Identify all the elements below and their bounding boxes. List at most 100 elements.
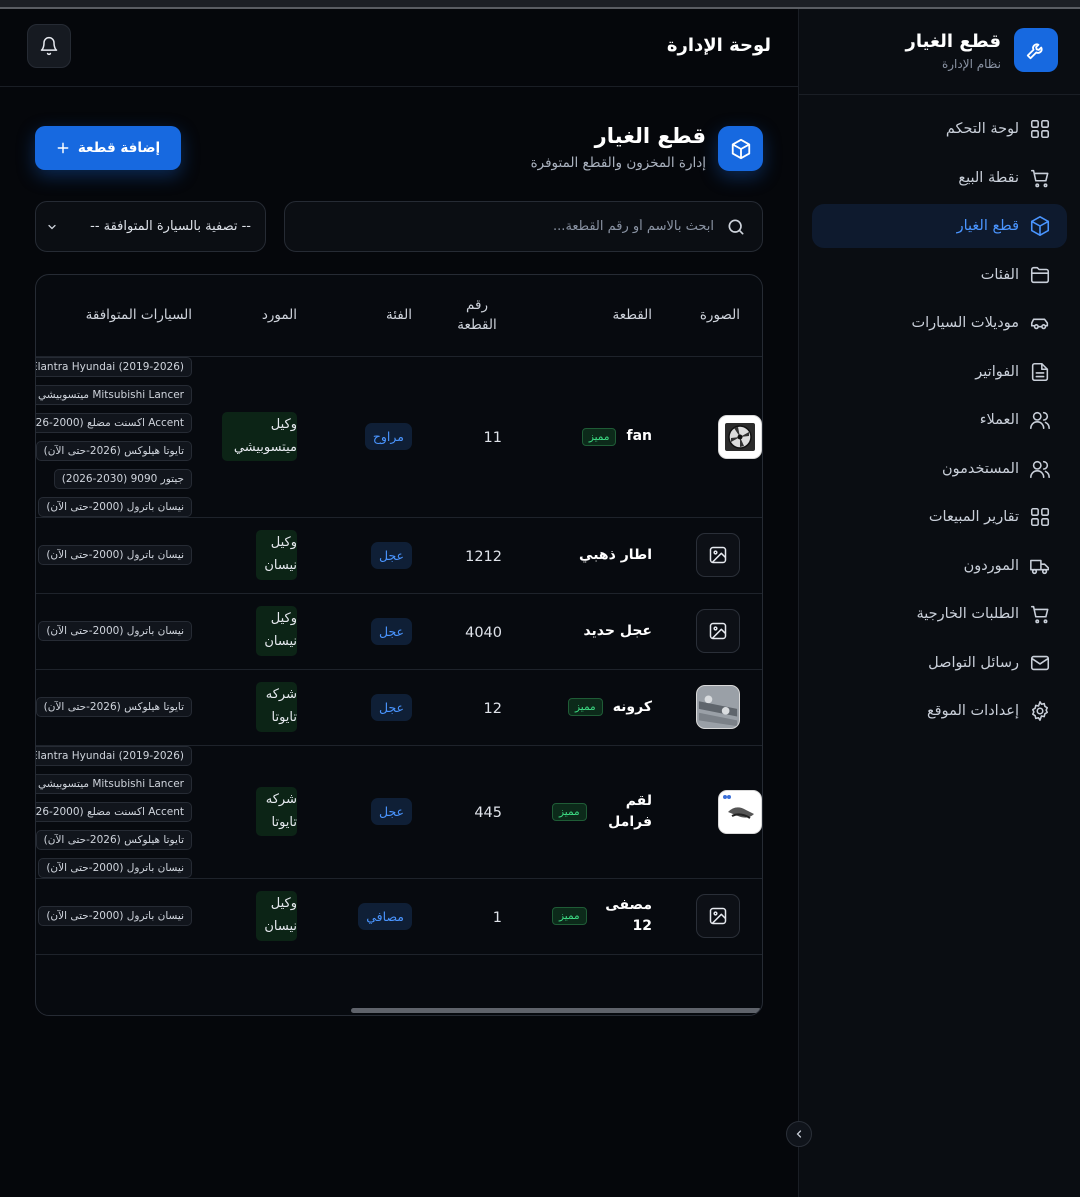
featured-badge: مميز: [552, 907, 587, 925]
part-number: 1: [492, 909, 502, 926]
part-photo[interactable]: [718, 789, 762, 834]
horizontal-scrollbar[interactable]: [351, 1008, 761, 1013]
sidebar-item-label: تقارير المبيعات: [928, 509, 1019, 525]
search-input[interactable]: [314, 219, 714, 234]
file-icon: [1031, 362, 1049, 381]
car-chip: Hyundai Elantra Hyundai (2019-2026): [36, 745, 192, 766]
table-row[interactable]: مصفى 12 مميز 1 مصافي وكيل نيسان نيسان باترول …: [36, 878, 762, 955]
sidebar-item-label: نقطة البيع: [958, 169, 1019, 186]
sidebar-item-label: الطلبات الخارجية: [916, 606, 1019, 622]
car-chip: نيسان باترول (2000-حتى الآن): [38, 857, 192, 878]
car-chip: Accent اكسنت مضلع (2000-2026): [36, 801, 192, 822]
category-badge: مصافي: [358, 902, 412, 930]
part-name: مصفى 12: [605, 897, 652, 934]
sidebar-item-label: موديلات السيارات: [911, 315, 1019, 331]
car-chip: تايوتا هيلوكس (2026-حتى الآن): [36, 829, 192, 850]
table-row[interactable]: اطار ذهبي 1212 عجل وكيل نيسان نيسان باترول (…: [36, 517, 762, 594]
brand-title: قطع الغيار: [905, 31, 1001, 52]
sidebar-item-label: لوحة التحكم: [945, 121, 1019, 137]
compatible-cars-list: نيسان باترول (2000-حتى الآن): [36, 545, 192, 565]
featured-badge: مميز: [568, 698, 603, 716]
featured-badge: مميز: [552, 802, 587, 821]
supplier-badge: وكيل نيسان: [256, 891, 297, 941]
sidebar-item-7[interactable]: المستخدمون: [812, 447, 1067, 491]
table-row[interactable]: لقم فرامل مميز 445 عجل شركه تايوتا Hyundai El…: [36, 745, 762, 879]
sidebar-item-11[interactable]: رسائل التواصل: [812, 641, 1067, 685]
car-filter-select[interactable]: -- تصفية بالسيارة المتوافقة --: [35, 201, 266, 252]
compatible-cars-list: Hyundai Elantra Hyundai (2019-2026) Mitsu…: [36, 745, 192, 878]
car-chip: Mitsubishi Lancer ميتسوبيشي (2026: [36, 773, 192, 794]
car-chip: Accent اكسنت مضلع (2000-2026): [36, 412, 192, 433]
sidebar-item-8[interactable]: تقارير المبيعات: [812, 495, 1067, 539]
collapse-sidebar-button[interactable]: [786, 1121, 812, 1147]
sidebar-item-label: رسائل التواصل: [928, 654, 1019, 671]
sidebar-item-12[interactable]: إعدادات الموقع: [812, 689, 1067, 733]
car-chip: نيسان باترول (2000-حتى الآن): [38, 545, 192, 565]
window-top-bar: [0, 0, 1080, 9]
add-part-button[interactable]: إضافة قطعة: [35, 126, 181, 170]
parts-table: الصورة القطعة رقم القطعة الفئة المورد ال…: [36, 275, 762, 955]
chevron-down-icon: [48, 224, 56, 229]
part-photo[interactable]: [718, 414, 762, 459]
sidebar-item-4[interactable]: موديلات السيارات: [812, 301, 1067, 345]
page-title: قطع الغيار: [594, 124, 706, 148]
category-badge: عجل: [371, 693, 412, 721]
part-number: 4040: [465, 624, 502, 641]
search-box: [284, 201, 763, 252]
sidebar-item-label: قطع الغيار: [956, 218, 1019, 234]
image-placeholder-icon: [696, 533, 740, 577]
compatible-cars-list: Hyundai Elantra Hyundai (2019-2026) Mitsu…: [36, 356, 192, 517]
grid-icon: [1030, 507, 1050, 527]
cart-icon: [1030, 605, 1049, 624]
sidebar-item-0[interactable]: لوحة التحكم: [812, 107, 1067, 151]
header-title: لوحة الإدارة: [666, 35, 771, 56]
sidebar-item-3[interactable]: الفئات: [812, 253, 1067, 297]
sidebar-item-label: إعدادات الموقع: [926, 703, 1019, 719]
car-chip: نيسان باترول (2000-حتى الآن): [38, 621, 192, 641]
search-icon: [728, 219, 744, 234]
part-number: 12: [483, 700, 502, 717]
sidebar-item-5[interactable]: الفواتير: [812, 350, 1067, 394]
col-part-number: رقم القطعة: [442, 275, 552, 357]
sidebar-item-label: الفئات: [980, 266, 1019, 283]
car-chip: نيسان باترول (2000-حتى الآن): [38, 496, 192, 517]
col-compatible-cars: السيارات المتوافقة: [36, 275, 222, 357]
category-badge: عجل: [371, 798, 412, 825]
table-row[interactable]: كرونه مميز 12 عجل شركه تايوتا تايوتا هيلوكس (…: [36, 669, 762, 746]
table-header-row: الصورة القطعة رقم القطعة الفئة المورد ال…: [36, 275, 762, 357]
cart-icon: [1030, 169, 1049, 187]
table-row[interactable]: fan مميز 11 مراوح وكيل ميتسوبيشي Hyundai Elan…: [36, 356, 762, 518]
part-number: 11: [483, 430, 502, 446]
add-part-label: إضافة قطعة: [77, 140, 161, 156]
supplier-badge: وكيل ميتسوبيشي: [222, 411, 297, 462]
compatible-cars-list: نيسان باترول (2000-حتى الآن): [36, 621, 192, 641]
image-placeholder-icon: [696, 609, 740, 653]
part-name: fan: [626, 428, 652, 444]
compatible-cars-list: نيسان باترول (2000-حتى الآن): [36, 906, 192, 926]
brand-subtitle: نظام الإدارة: [941, 57, 1001, 71]
sidebar-item-2[interactable]: قطع الغيار: [812, 204, 1067, 248]
car-chip: نيسان باترول (2000-حتى الآن): [38, 906, 192, 926]
sidebar-item-6[interactable]: العملاء: [812, 398, 1067, 442]
mail-icon: [1030, 655, 1050, 670]
sidebar-nav: لوحة التحكم نقطة البيع قطع الغيار الفئات مود…: [812, 107, 1067, 738]
notifications-button[interactable]: [27, 24, 71, 68]
supplier-badge: وكيل نيسان: [256, 530, 297, 580]
part-name: لقم فرامل: [608, 792, 652, 830]
col-part: القطعة: [552, 275, 682, 357]
sidebar-item-1[interactable]: نقطة البيع: [812, 156, 1067, 200]
grid-icon: [1030, 119, 1050, 139]
category-badge: مراوح: [364, 423, 412, 450]
box-icon: [1030, 216, 1050, 236]
part-name: اطار ذهبي: [579, 546, 652, 563]
sidebar-item-10[interactable]: الطلبات الخارجية: [812, 592, 1067, 636]
car-chip: تايوتا هيلوكس (2026-حتى الآن): [36, 440, 192, 461]
table-row[interactable]: عجل حديد 4040 عجل وكيل نيسان نيسان باترول (2…: [36, 593, 762, 670]
part-photo[interactable]: [696, 685, 740, 729]
parts-table-card: الصورة القطعة رقم القطعة الفئة المورد ال…: [35, 274, 763, 1016]
box-icon: [718, 126, 763, 171]
car-chip: Hyundai Elantra Hyundai (2019-2026): [36, 356, 192, 377]
supplier-badge: شركه تايوتا: [256, 786, 297, 837]
sidebar-item-9[interactable]: الموردون: [812, 544, 1067, 588]
sidebar-item-label: الفواتير: [975, 363, 1019, 380]
